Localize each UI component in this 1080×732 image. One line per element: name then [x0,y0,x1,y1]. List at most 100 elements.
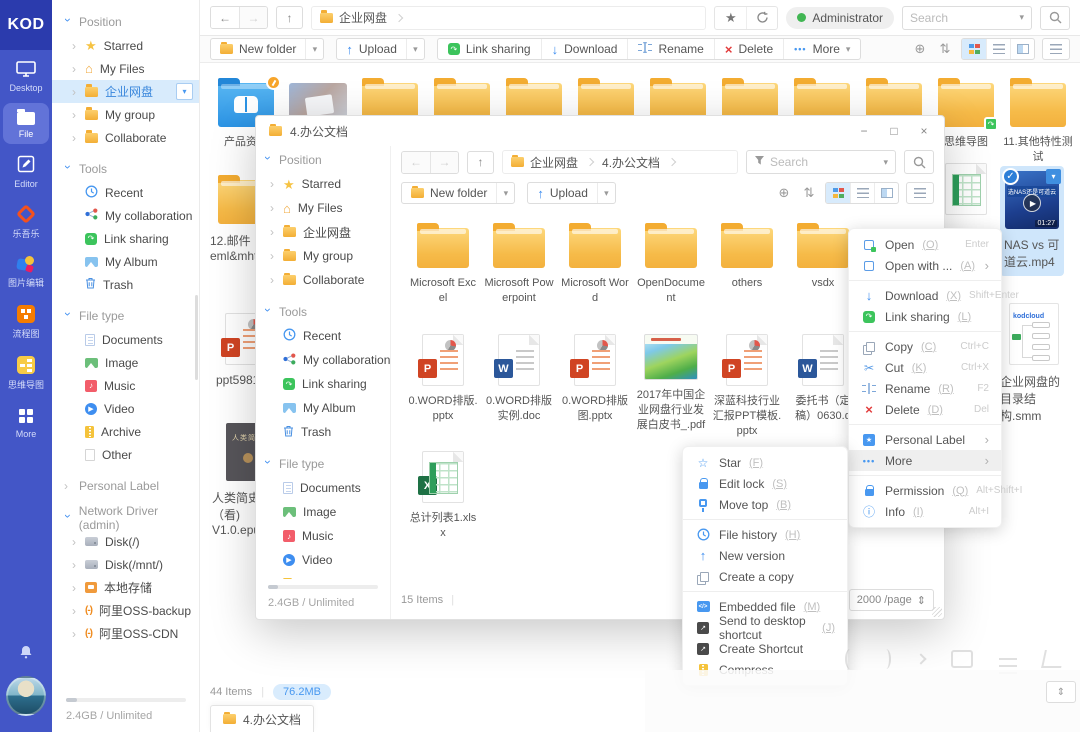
modal-title-bar[interactable]: 4.办公文档 − □ × [256,116,944,146]
sidebar-item-starred[interactable]: ›★Starred [52,34,199,57]
search-input[interactable] [910,11,1014,25]
rail-item-image-editor[interactable]: 图片编辑 [3,250,49,294]
submenu-item-edit-lock[interactable]: Edit lock(S) [683,473,847,494]
close-icon[interactable]: × [917,124,931,138]
upload-button[interactable]: ↑Upload ▾ [336,38,425,60]
column-view-button[interactable] [874,183,898,203]
search-button[interactable] [904,150,934,174]
sidebar-item-enterprise-drive[interactable]: ›企业网盘▾ [52,80,199,103]
context-menu-item-permission[interactable]: Permission(Q)Alt+Shift+I [849,480,1001,501]
avatar[interactable] [6,676,46,716]
sidebar-item-oss-backup[interactable]: ›(-)阿里OSS-backup [52,599,199,622]
nav-section-position[interactable]: ›Position [256,148,390,172]
folder-item-word[interactable]: Microsoft Word [557,228,633,306]
file-item-xlsx[interactable]: X总计列表1.xlsx [405,451,481,541]
sidebar-item-my-collaboration[interactable]: My collaboration [52,204,199,227]
kod-logo[interactable]: KOD [0,0,52,50]
sidebar-item-starred[interactable]: ›★Starred [256,172,390,196]
sidebar-item-video[interactable]: ▶Video [52,397,199,420]
submenu-item-create-copy[interactable]: Create a copy [683,566,847,587]
submenu-item-send-desktop-shortcut[interactable]: ↗Send to desktop shortcut(J) [683,617,847,638]
resize-handle[interactable] [932,607,942,617]
rail-item-mindmap[interactable]: 思维导图 [3,350,49,396]
detail-panel-toggle[interactable] [906,182,934,204]
grid-item-features-folder[interactable]: 11.其他特性测试 [1002,83,1074,165]
sidebar-item-image[interactable]: Image [52,351,199,374]
sidebar-item-my-files[interactable]: ›⌂My Files [52,57,199,80]
file-item-doc[interactable]: W0.WORD排版实例.doc [481,334,557,439]
grid-item-video-selected[interactable]: ✓ ▾ 选NAS还是可道云 ▶ 01:27 NAS vs 可道云.mp4 [1000,166,1064,276]
download-button[interactable]: ↓Download [542,39,629,59]
sidebar-item-archive[interactable]: Archive [52,420,199,443]
sidebar-item-music[interactable]: ♪Music [256,524,390,548]
user-badge[interactable]: Administrator [786,7,894,29]
file-item-pptx[interactable]: P0.WORD排版图.pptx [557,334,633,439]
page-size-select-partial[interactable]: ⇕ [1046,681,1076,703]
detail-panel-toggle[interactable] [1042,38,1070,60]
sort-icon[interactable]: ⇅ [936,41,954,57]
sidebar-item-enterprise-drive[interactable]: ›企业网盘 [256,220,390,244]
grid-view-button[interactable] [826,183,850,203]
sidebar-item-oss-cdn[interactable]: ›(-)阿里OSS-CDN [52,622,199,645]
more-button[interactable]: •••More▾ [784,39,860,59]
submenu-item-new-version[interactable]: ↑New version [683,545,847,566]
new-folder-button[interactable]: New folder ▾ [401,182,515,204]
sidebar-item-disk-root[interactable]: ›Disk(/) [52,530,199,553]
breadcrumb-item[interactable]: 企业网盘 [320,9,387,26]
folder-item-powerpoint[interactable]: Microsoft Powerpoint [481,228,557,306]
breadcrumb-item[interactable]: 企业网盘 [511,154,578,171]
forward-button[interactable]: → [430,152,458,173]
item-dropdown-button[interactable]: ▾ [176,83,193,100]
up-button[interactable]: ↑ [467,151,494,174]
nav-section-tools[interactable]: ›Tools [52,157,199,181]
nav-section-file-type[interactable]: ›File type [52,304,199,328]
sidebar-item-local-storage[interactable]: ›本地存储 [52,576,199,599]
file-item-pptx[interactable]: P0.WORD排版.pptx [405,334,481,439]
nav-section-position[interactable]: ›Position [52,10,199,34]
sidebar-item-music[interactable]: ♪Music [52,374,199,397]
item-dropdown-button[interactable]: ▾ [1046,169,1061,184]
zoom-icon[interactable]: ⊕ [911,41,929,57]
breadcrumb-item[interactable]: 4.办公文档 [602,154,660,171]
sidebar-item-recent[interactable]: Recent [52,181,199,204]
list-view-button[interactable] [986,39,1010,59]
up-button[interactable]: ↑ [276,6,303,29]
sidebar-item-collaborate[interactable]: ›Collaborate [256,268,390,292]
forward-button[interactable]: → [239,7,267,28]
context-menu-item-cut[interactable]: ✂Cut(K)Ctrl+X [849,357,1001,378]
zoom-icon[interactable]: ⊕ [775,185,793,201]
sidebar-item-image[interactable]: Image [256,500,390,524]
rail-item-lewule[interactable]: 乐吾乐 [3,199,49,245]
upload-dropdown[interactable]: ▾ [597,183,615,203]
sort-icon[interactable]: ⇅ [800,185,818,201]
new-folder-dropdown[interactable]: ▾ [496,183,514,203]
sidebar-item-disk-mnt[interactable]: ›Disk(/mnt/) [52,553,199,576]
context-menu-item-open[interactable]: Open(O)Enter [849,234,1001,255]
refresh-icon[interactable] [746,7,777,29]
nav-scrollbar[interactable] [195,295,198,380]
upload-button[interactable]: ↑Upload ▾ [527,182,616,204]
context-menu-item-personal-label[interactable]: ★Personal Label› [849,429,1001,450]
nav-section-tools[interactable]: ›Tools [256,300,390,324]
submenu-item-create-shortcut[interactable]: ↗Create Shortcut [683,638,847,659]
submenu-item-star[interactable]: ☆Star(F) [683,452,847,473]
search-input[interactable] [770,155,878,169]
list-view-button[interactable] [850,183,874,203]
page-size-select[interactable]: 2000 /page ⇕ [849,589,934,611]
folder-item-others[interactable]: others [709,228,785,306]
upload-dropdown[interactable]: ▾ [406,39,424,59]
back-button[interactable]: ← [402,152,430,173]
sidebar-item-documents[interactable]: Documents [52,328,199,351]
context-menu-item-more[interactable]: •••More› [849,450,1001,471]
context-menu-item-download[interactable]: ↓Download(X)Shift+Enter [849,285,1001,306]
submenu-item-file-history[interactable]: File history(H) [683,524,847,545]
submenu-item-move-top[interactable]: Move top(B) [683,494,847,515]
rail-item-file[interactable]: File [3,103,49,144]
context-menu-item-open-with[interactable]: Open with ...(A)› [849,255,1001,276]
rail-item-flowchart[interactable]: 流程图 [3,299,49,345]
nav-section-file-type[interactable]: ›File type [256,452,390,476]
link-sharing-button[interactable]: ↷Link sharing [438,39,542,59]
delete-button[interactable]: ×Delete [715,39,784,59]
taskbar-tab[interactable]: 4.办公文档 [210,705,314,732]
context-menu-item-copy[interactable]: Copy(C)Ctrl+C [849,336,1001,357]
